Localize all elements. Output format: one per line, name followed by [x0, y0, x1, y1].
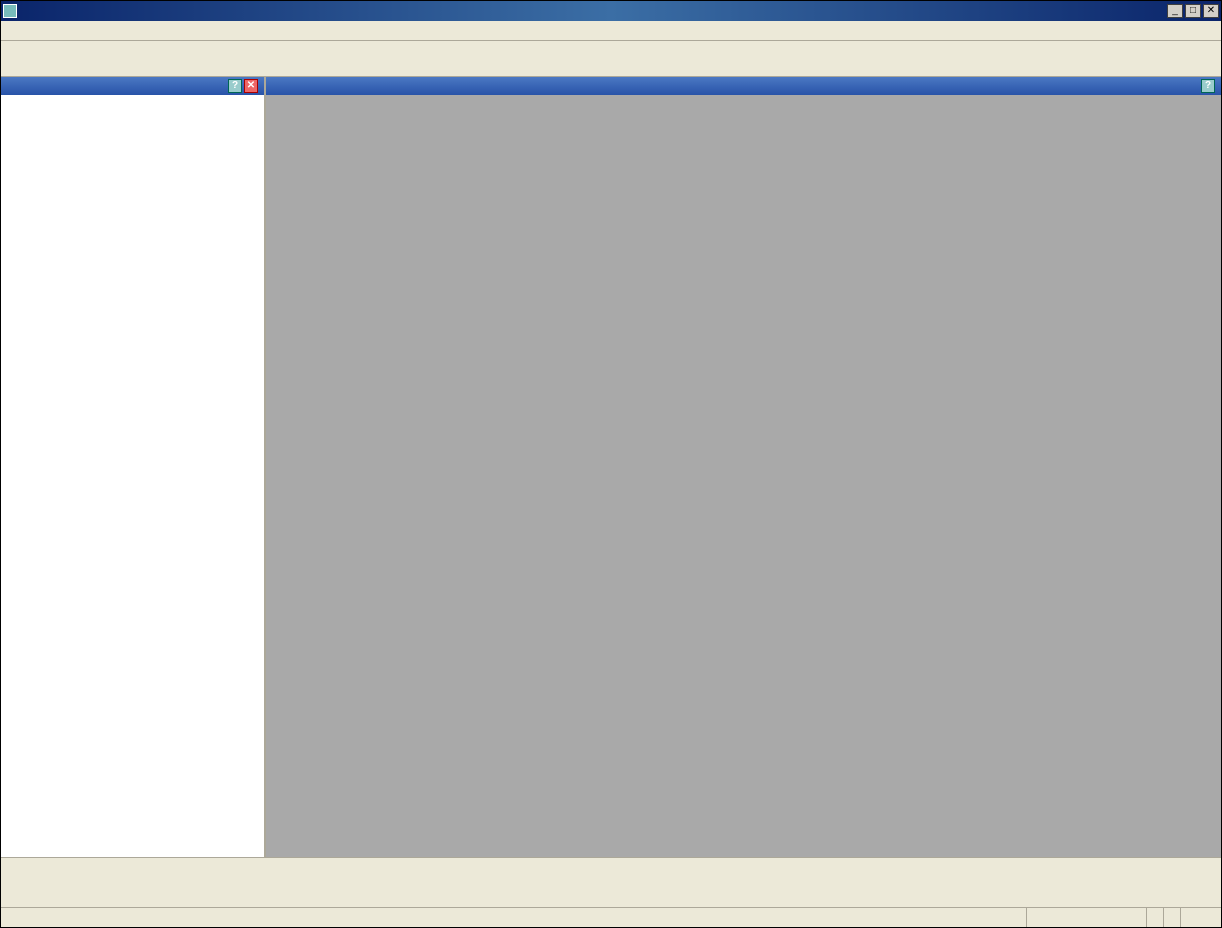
app-window: _ □ ✕ ? ✕ ? [0, 0, 1222, 928]
sendto-bar [1, 857, 1221, 907]
status-bar [1, 907, 1221, 927]
status-grip [1181, 908, 1221, 927]
app-icon [3, 4, 17, 18]
status-size [1164, 908, 1181, 927]
status-dpi [1147, 908, 1164, 927]
pane-help-button[interactable]: ? [228, 79, 242, 93]
pane-close-button[interactable]: ✕ [244, 79, 258, 93]
status-left [1, 908, 1027, 927]
status-gap1 [1027, 908, 1147, 927]
content-help-button[interactable]: ? [1201, 79, 1215, 93]
folders-pane: ? ✕ [1, 77, 266, 857]
close-button[interactable]: ✕ [1203, 4, 1219, 18]
thumbnail-grid[interactable] [266, 95, 1221, 857]
toolbar [1, 41, 1221, 77]
menubar [1, 21, 1221, 41]
folder-tree[interactable] [1, 95, 264, 857]
titlebar: _ □ ✕ [1, 1, 1221, 21]
content-pane: ? [266, 77, 1221, 857]
content-header: ? [266, 77, 1221, 95]
minimize-button[interactable]: _ [1167, 4, 1183, 18]
maximize-button[interactable]: □ [1185, 4, 1201, 18]
folders-pane-header: ? ✕ [1, 77, 264, 95]
